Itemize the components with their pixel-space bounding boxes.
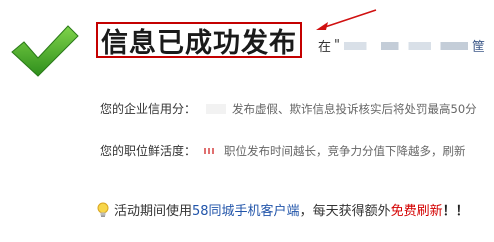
redacted-category xyxy=(344,41,468,50)
mobile-client-link[interactable]: 58同城手机客户端 xyxy=(192,200,300,219)
annotation-arrow-icon xyxy=(316,9,377,30)
credit-score-row: 您的企业信用分： 发布虚假、欺诈信息投诉核实后将处罚最高50分 xyxy=(100,100,477,117)
subtitle-trail: 筐 xyxy=(472,40,486,55)
credit-score-description: 发布虚假、欺诈信息投诉核实后将处罚最高50分 xyxy=(232,101,477,116)
checkmark-icon xyxy=(11,25,79,77)
credit-score-label: 您的企业信用分： xyxy=(100,102,197,116)
freshness-value xyxy=(204,147,215,154)
subtitle-prefix: 在 xyxy=(318,40,332,55)
promo-exclaim: ！！ xyxy=(442,204,469,219)
promo-text-before: 活动期间使用 xyxy=(114,204,193,219)
lightbulb-icon xyxy=(97,202,109,217)
freshness-description: 职位发布时间越长，竞争力分值下降越多，刷新 xyxy=(224,143,466,158)
credit-score-value xyxy=(206,103,227,114)
free-refresh-text: 免费刷新 xyxy=(390,204,443,219)
freshness-label: 您的职位鲜活度： xyxy=(100,144,197,158)
promo-banner: 活动期间使用 58同城手机客户端 ，每天获得额外 免费刷新 ！！ xyxy=(96,200,469,219)
page-title: 信息已成功发布 xyxy=(101,27,297,59)
promo-text-middle: ，每天获得额外 xyxy=(299,204,391,219)
subtitle-quote: " xyxy=(334,38,340,53)
publish-location-text: 在 " 筐 xyxy=(318,36,485,55)
freshness-row: 您的职位鲜活度： 职位发布时间越长，竞争力分值下降越多，刷新 xyxy=(100,142,466,159)
success-title-highlight: 信息已成功发布 xyxy=(96,22,302,59)
